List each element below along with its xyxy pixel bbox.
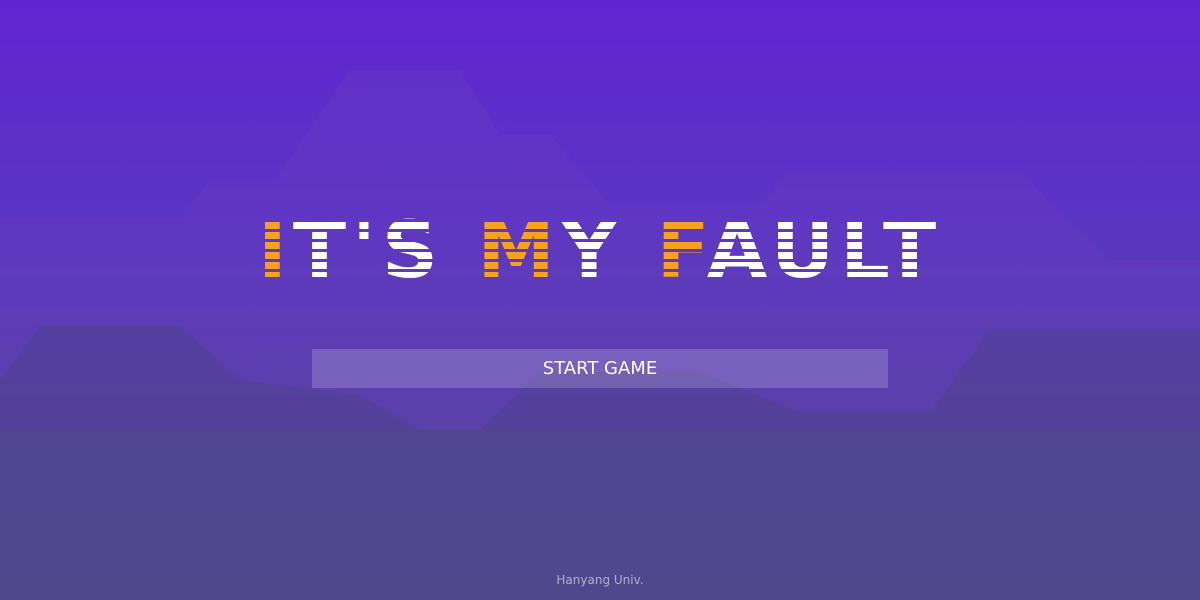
title-letter-i: I [257,206,293,296]
footer-credit: Hanyang Univ. [556,573,644,587]
title-letter-y: Y [560,206,624,296]
title-text: IT'S MY FAULT [258,212,942,290]
background-mountains [0,70,1200,600]
start-game-button[interactable]: START GAME [312,349,888,388]
title-letter-m: M [477,206,561,296]
game-title: IT'S MY FAULT [0,212,1200,290]
title-part1-rest: T'S [292,206,445,296]
title-part3-rest: AULT [706,206,943,296]
title-letter-f: F [656,206,707,296]
